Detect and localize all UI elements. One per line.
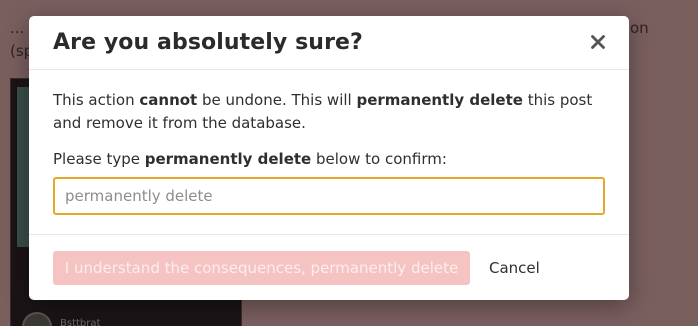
cancel-button[interactable]: Cancel [489,251,540,285]
confirm-text-input[interactable] [53,177,605,215]
close-button[interactable] [587,31,609,53]
dialog-header: Are you absolutely sure? [29,16,629,70]
permanently-delete-button[interactable]: I understand the consequences, permanent… [53,251,470,285]
confirm-prompt: Please type permanently delete below to … [53,150,447,168]
dialog-description: This action cannot be undone. This will … [53,91,593,132]
confirm-delete-dialog: Are you absolutely sure? This action can… [29,16,629,300]
dialog-body: This action cannot be undone. This will … [29,70,629,215]
dialog-footer: I understand the consequences, permanent… [29,234,629,300]
background-text: on [630,19,649,37]
username: Bsttbrat [60,318,101,326]
dialog-title: Are you absolutely sure? [53,30,363,55]
close-icon [591,35,605,49]
